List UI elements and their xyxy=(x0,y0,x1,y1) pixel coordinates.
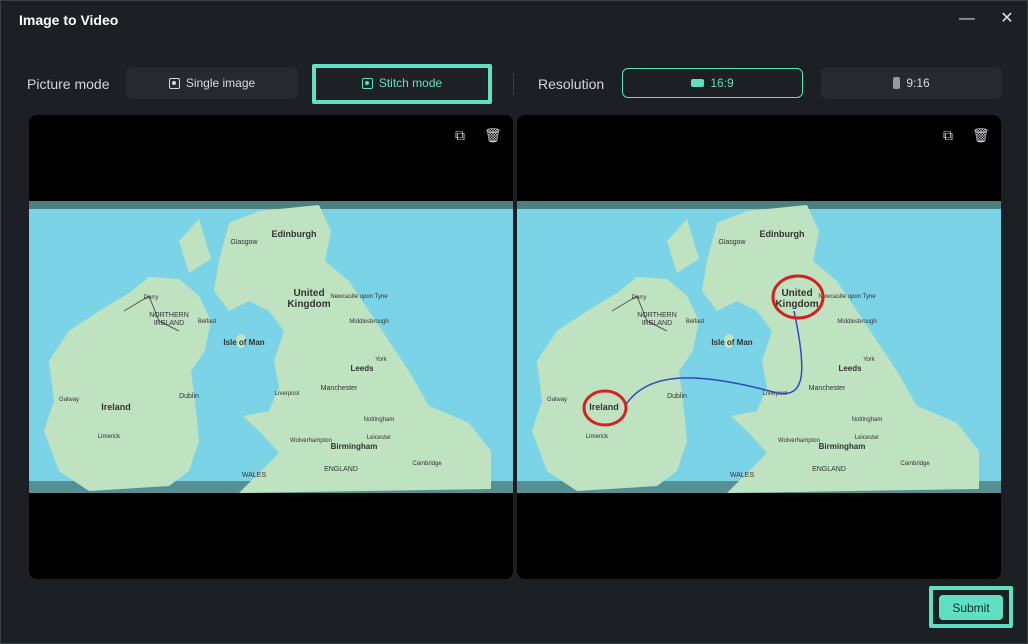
image-icon xyxy=(168,77,180,89)
map-label: Edinburgh xyxy=(272,229,317,239)
image-to-video-dialog: Image to Video — ✕ Picture mode Single i… xyxy=(0,0,1028,644)
replace-image-icon[interactable]: ⧉ xyxy=(940,127,956,143)
image-panel-1[interactable]: ⧉ 🗑 Edinburgh Glasgow United Kingdom NORTHER… xyxy=(29,115,513,579)
map-top-edge xyxy=(29,201,513,209)
minimize-icon[interactable]: — xyxy=(953,7,981,31)
portrait-icon xyxy=(893,77,901,89)
resolution-16-9-button[interactable]: 16:9 xyxy=(622,68,803,98)
picture-mode-label: Picture mode xyxy=(27,76,110,92)
map-label: Isle of Man xyxy=(223,338,264,347)
map-label: Ireland xyxy=(589,402,619,412)
map-label: Nottingham xyxy=(364,417,395,423)
map-label: Middlesbrough xyxy=(837,319,876,325)
map-label: Cambridge xyxy=(900,461,930,467)
map-image: Edinburgh Glasgow United Kingdom NORTHERN IRE… xyxy=(29,201,513,493)
map-label: Nottingham xyxy=(852,417,883,423)
map-label: Edinburgh xyxy=(760,229,805,239)
map-label: Manchester xyxy=(321,385,358,392)
trash-icon[interactable]: 🗑 xyxy=(484,127,502,143)
map-label: Limerick xyxy=(98,434,121,440)
map-label: Dublin xyxy=(179,393,199,400)
map-label: Birmingham xyxy=(331,442,378,451)
submit-button[interactable]: Submit xyxy=(939,595,1003,620)
replace-image-icon[interactable]: ⧉ xyxy=(452,127,468,143)
map-label: Isle of Man xyxy=(711,338,752,347)
stitch-mode-label: Stitch mode xyxy=(378,76,443,90)
map-label: Manchester xyxy=(809,385,846,392)
map-label: ENGLAND xyxy=(812,466,846,473)
stitch-mode-button[interactable]: Stitch mode xyxy=(319,69,485,97)
map-label: York xyxy=(863,357,876,363)
map-label: Belfast xyxy=(198,319,217,325)
map-label: United Kingdom xyxy=(287,288,330,310)
resolution-9-16-button[interactable]: 9:16 xyxy=(821,67,1002,99)
map-label: Leicester xyxy=(855,435,879,441)
map-label: Leeds xyxy=(350,364,374,373)
map-label: Leicester xyxy=(367,435,391,441)
map-label: Galway xyxy=(547,397,567,403)
resolution-9-16-label: 9:16 xyxy=(906,76,930,90)
map-label: Glasgow xyxy=(718,239,746,246)
image-panel-2[interactable]: ⧉ 🗑 Edinburgh Glasgow United Kingdom NORTHER… xyxy=(517,115,1001,579)
map-label: Cambridge xyxy=(412,461,442,467)
map-label: Ireland xyxy=(101,402,131,412)
single-image-label: Single image xyxy=(185,76,256,90)
map-label: Belfast xyxy=(686,319,705,325)
map-label: Birmingham xyxy=(819,442,866,451)
map-label: Galway xyxy=(59,397,79,403)
trash-icon[interactable]: 🗑 xyxy=(972,127,990,143)
map-label: Wolverhampton xyxy=(290,438,332,444)
map-label: NORTHERN IRELAND xyxy=(149,312,189,327)
landscape-icon xyxy=(691,79,705,87)
annotated-map-image: Edinburgh Glasgow United Kingdom NORTHERN IRE… xyxy=(517,201,1001,493)
divider xyxy=(513,73,514,95)
window-title: Image to Video xyxy=(19,12,119,28)
map-label: Liverpool xyxy=(275,391,299,397)
map-label: NORTHERN IRELAND xyxy=(637,312,677,327)
map-label: Newcastle upon Tyne xyxy=(818,294,876,300)
map-label: Derry xyxy=(632,295,647,301)
map-label: Limerick xyxy=(586,434,609,440)
image-icon xyxy=(361,77,373,89)
map-top-edge xyxy=(517,201,1001,209)
map-label: York xyxy=(375,357,388,363)
map-label: WALES xyxy=(730,472,755,479)
map-label: Derry xyxy=(144,295,159,301)
map-label: Newcastle upon Tyne xyxy=(330,294,388,300)
map-label: Dublin xyxy=(667,393,687,400)
single-image-button[interactable]: Single image xyxy=(126,67,298,99)
resolution-16-9-label: 16:9 xyxy=(710,76,734,90)
map-label: ENGLAND xyxy=(324,466,358,473)
map-label: Glasgow xyxy=(230,239,258,246)
map-label: United Kingdom xyxy=(775,288,818,310)
map-label: Middlesbrough xyxy=(349,319,388,325)
resolution-label: Resolution xyxy=(538,76,605,92)
map-label: WALES xyxy=(242,472,267,479)
map-label: Wolverhampton xyxy=(778,438,820,444)
close-icon[interactable]: ✕ xyxy=(993,7,1021,31)
map-label: Leeds xyxy=(838,364,862,373)
